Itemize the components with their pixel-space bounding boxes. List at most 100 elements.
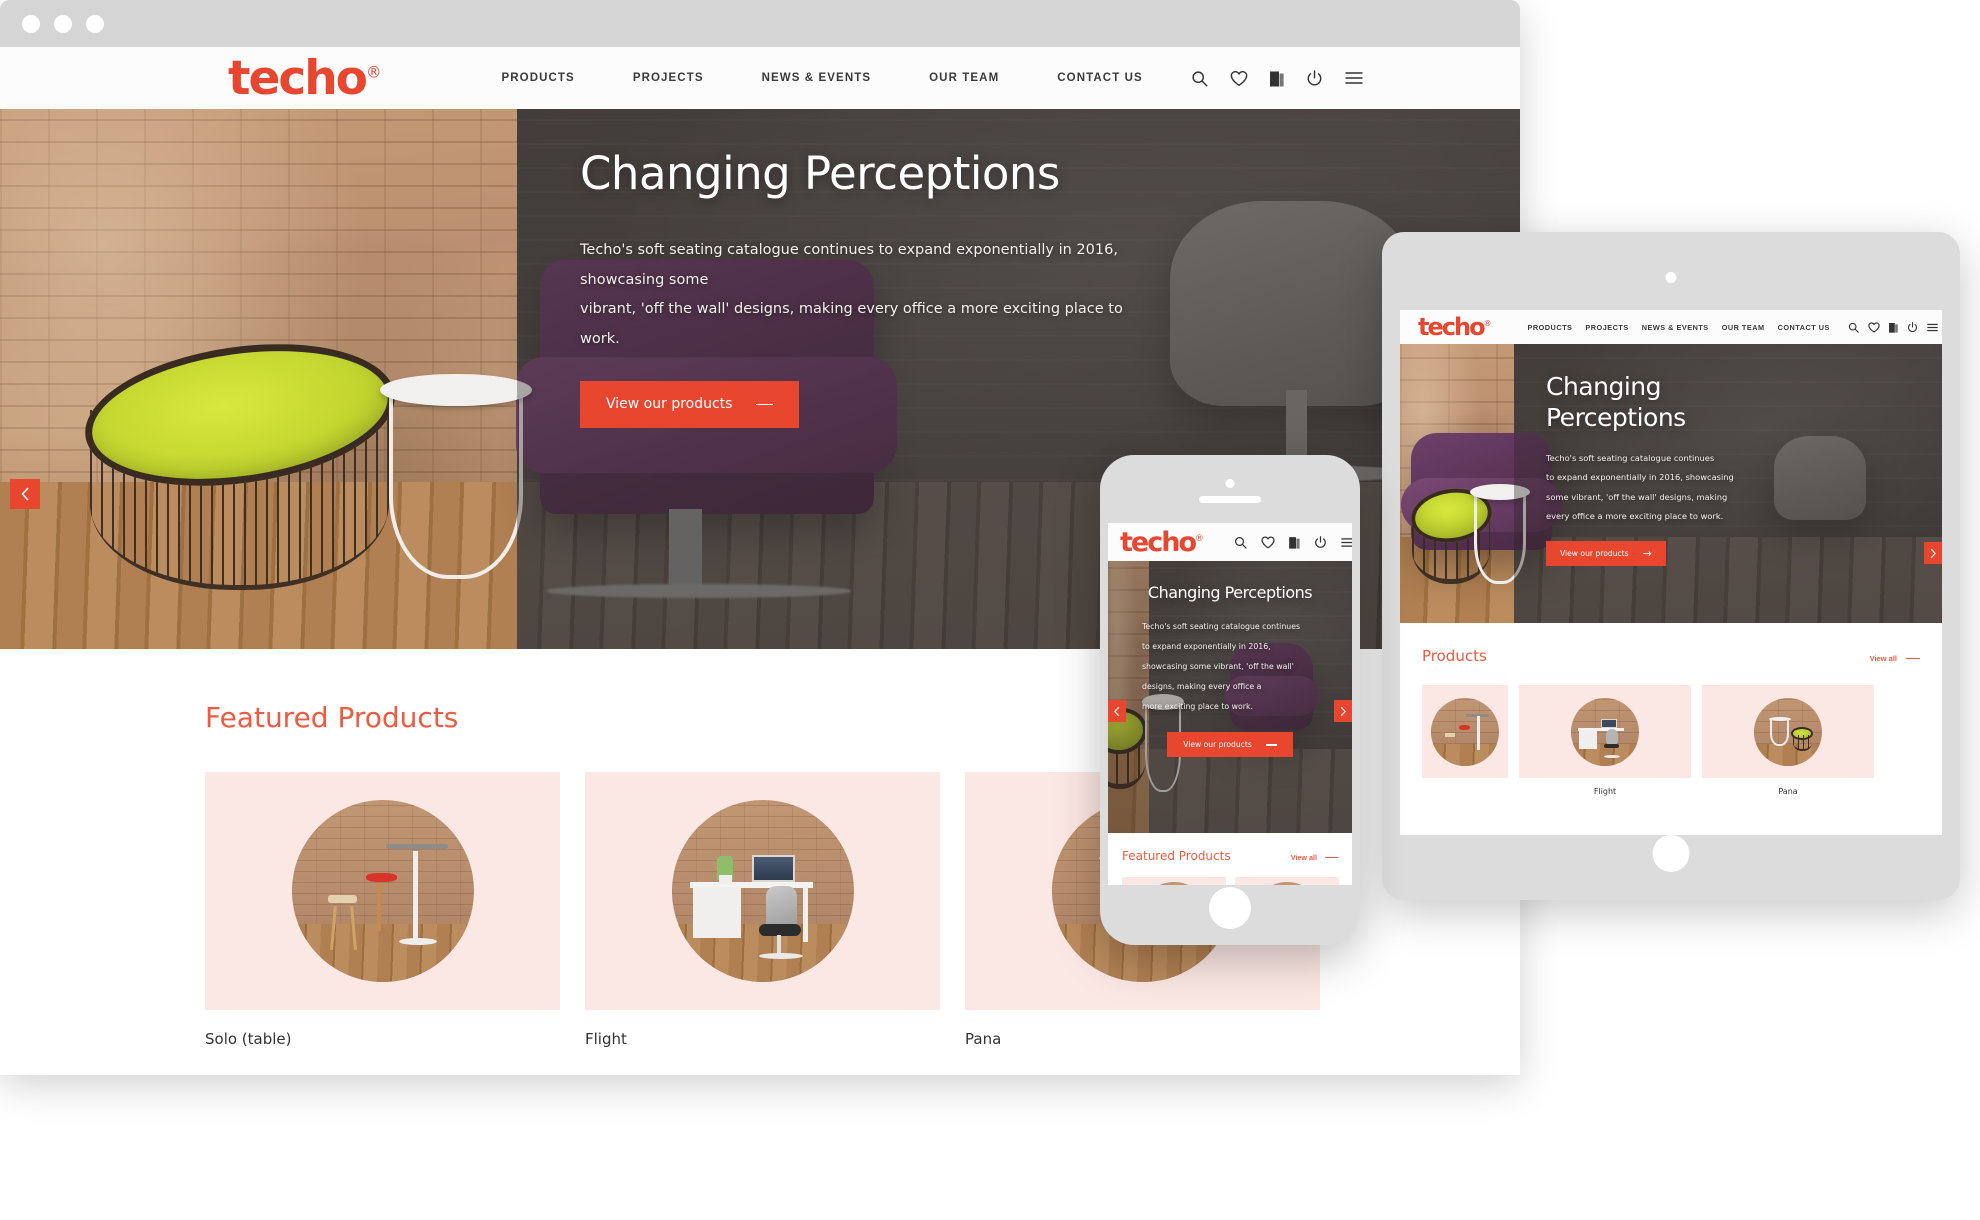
desktop-site-header: techo® PRODUCTS PROJECTS NEWS & EVENTS O… bbox=[0, 47, 1520, 109]
hero-view-products-button[interactable]: View our products bbox=[1167, 732, 1293, 758]
product-card-label: Flight bbox=[1593, 787, 1617, 796]
product-card-label: Flight bbox=[585, 1030, 627, 1048]
hero-view-products-button[interactable]: View our products bbox=[580, 380, 800, 428]
heart-icon[interactable] bbox=[1230, 70, 1248, 87]
power-icon[interactable] bbox=[1306, 69, 1323, 87]
heart-icon[interactable] bbox=[1261, 536, 1275, 549]
product-card[interactable]: Pana bbox=[1702, 685, 1874, 796]
hamburger-menu-icon[interactable] bbox=[1927, 323, 1938, 332]
nav-item-projects[interactable]: PROJECTS bbox=[633, 72, 704, 84]
red-stool-seat bbox=[1458, 724, 1471, 730]
hero-cta-label: View our products bbox=[1560, 548, 1629, 558]
hero-title-line-1: Changing bbox=[1546, 372, 1662, 401]
product-card-image bbox=[585, 772, 940, 1010]
heart-icon[interactable] bbox=[1868, 321, 1880, 333]
office-chair-seat bbox=[1603, 743, 1620, 748]
featured-view-all-link[interactable]: View all bbox=[1291, 853, 1338, 862]
scene-flight-desk bbox=[1571, 697, 1639, 766]
laptop-screen bbox=[1600, 718, 1618, 729]
nav-item-projects[interactable]: PROJECTS bbox=[1585, 323, 1628, 332]
arrow-dash-icon bbox=[1906, 658, 1920, 659]
power-icon[interactable] bbox=[1907, 321, 1918, 333]
search-icon[interactable] bbox=[1848, 322, 1859, 333]
brochure-icon[interactable] bbox=[1269, 70, 1284, 87]
tablet-main-nav: PRODUCTS PROJECTS NEWS & EVENTS OUR TEAM… bbox=[1527, 323, 1829, 332]
hero-body-line-4: every office a more exciting place to wo… bbox=[1546, 511, 1724, 522]
hamburger-menu-icon[interactable] bbox=[1345, 71, 1363, 85]
window-close-button[interactable] bbox=[22, 14, 40, 33]
product-photo-solo-table bbox=[1431, 697, 1499, 766]
hero-body-line-2: to expand exponentially in 2016, showcas… bbox=[1546, 472, 1734, 483]
phone-device: techo® Changing Perceptions Techo's soft… bbox=[1100, 455, 1360, 945]
product-card[interactable] bbox=[1422, 685, 1508, 796]
search-icon[interactable] bbox=[1234, 536, 1247, 549]
logo[interactable]: techo® bbox=[1418, 315, 1491, 339]
scene-brick-wall bbox=[1252, 882, 1322, 885]
view-all-label: View all bbox=[1869, 654, 1897, 663]
phone-earpiece-speaker bbox=[1199, 496, 1261, 503]
hero-title: Changing Perceptions bbox=[1147, 583, 1313, 602]
brochure-icon[interactable] bbox=[1289, 536, 1300, 549]
window-minimize-button[interactable] bbox=[54, 14, 72, 33]
nav-item-products[interactable]: PRODUCTS bbox=[1527, 323, 1572, 332]
desk-pedestal bbox=[1579, 730, 1597, 750]
hero-next-slide-button[interactable] bbox=[1924, 542, 1942, 564]
nav-item-news-events[interactable]: NEWS & EVENTS bbox=[762, 72, 872, 84]
featured-products-heading: Featured Products bbox=[1122, 849, 1231, 863]
window-zoom-button[interactable] bbox=[86, 14, 104, 33]
side-table-legs bbox=[389, 390, 523, 579]
phone-product-card-list bbox=[1122, 877, 1352, 885]
nav-item-contact-us[interactable]: CONTACT US bbox=[1778, 323, 1830, 332]
product-card[interactable]: Solo (table) bbox=[205, 772, 560, 1048]
product-photo-pana bbox=[1754, 697, 1822, 766]
logo[interactable]: techo® bbox=[1120, 529, 1204, 556]
hero-body-line-1: Techo's soft seating catalogue continues bbox=[1142, 622, 1301, 631]
tablet-featured-header-row: Products View all bbox=[1422, 647, 1920, 665]
poseur-table-top bbox=[386, 843, 448, 849]
phone-featured-products-section: Featured Products View all bbox=[1108, 849, 1352, 885]
phone-front-camera bbox=[1225, 479, 1235, 488]
hero-view-products-button[interactable]: View our products → bbox=[1546, 540, 1666, 566]
tablet-viewport: techo® PRODUCTS PROJECTS NEWS & EVENTS O… bbox=[1400, 310, 1942, 835]
hamburger-menu-icon[interactable] bbox=[1341, 537, 1352, 548]
phone-home-button[interactable] bbox=[1209, 887, 1251, 929]
product-card-label: Pana bbox=[1778, 787, 1798, 796]
nav-item-products[interactable]: PRODUCTS bbox=[501, 72, 574, 84]
nav-item-our-team[interactable]: OUR TEAM bbox=[929, 72, 999, 84]
logo[interactable]: techo® bbox=[228, 55, 381, 102]
tablet-home-button[interactable] bbox=[1652, 835, 1690, 872]
product-card-image bbox=[1519, 685, 1691, 778]
phone-nav-icons bbox=[1234, 535, 1352, 549]
hero-prev-slide-button[interactable] bbox=[10, 479, 40, 509]
nav-item-news-events[interactable]: NEWS & EVENTS bbox=[1642, 323, 1709, 332]
nav-item-our-team[interactable]: OUR TEAM bbox=[1722, 323, 1765, 332]
arrow-dash-icon bbox=[1265, 744, 1277, 746]
hero-prev-slide-button[interactable] bbox=[1108, 700, 1126, 722]
product-photo-flight bbox=[1252, 882, 1322, 885]
hero-cta-label: View our products bbox=[606, 396, 733, 413]
arrow-dash-icon bbox=[1325, 857, 1338, 858]
power-icon[interactable] bbox=[1314, 535, 1327, 549]
office-chair-base bbox=[1603, 754, 1620, 758]
scene-wood-floor bbox=[291, 923, 474, 982]
scene-solo-table bbox=[1139, 882, 1209, 885]
nav-item-contact-us[interactable]: CONTACT US bbox=[1057, 72, 1143, 84]
white-round-side-table bbox=[380, 373, 532, 579]
product-card-label: Solo (table) bbox=[205, 1030, 292, 1048]
brochure-icon[interactable] bbox=[1888, 322, 1898, 333]
tablet-hero-content: Changing Perceptions Techo's soft seatin… bbox=[1546, 372, 1776, 566]
side-table-top bbox=[380, 373, 532, 407]
product-card[interactable]: Flight bbox=[585, 772, 940, 1048]
product-card-image bbox=[1702, 685, 1874, 778]
office-chair-base bbox=[758, 952, 803, 959]
product-card[interactable]: Flight bbox=[1519, 685, 1691, 796]
phone-hero-slider: Changing Perceptions Techo's soft seatin… bbox=[1108, 561, 1352, 833]
product-card[interactable] bbox=[1122, 877, 1226, 885]
tablet-featured-products-section: Products View all Flight Pana bbox=[1400, 647, 1942, 796]
search-icon[interactable] bbox=[1191, 70, 1208, 87]
hero-next-slide-button[interactable] bbox=[1334, 700, 1352, 722]
featured-view-all-link[interactable]: View all bbox=[1870, 654, 1920, 663]
product-card[interactable] bbox=[1235, 877, 1339, 885]
featured-products-heading: Products bbox=[1422, 647, 1487, 665]
scene-wood-floor bbox=[1431, 743, 1499, 766]
